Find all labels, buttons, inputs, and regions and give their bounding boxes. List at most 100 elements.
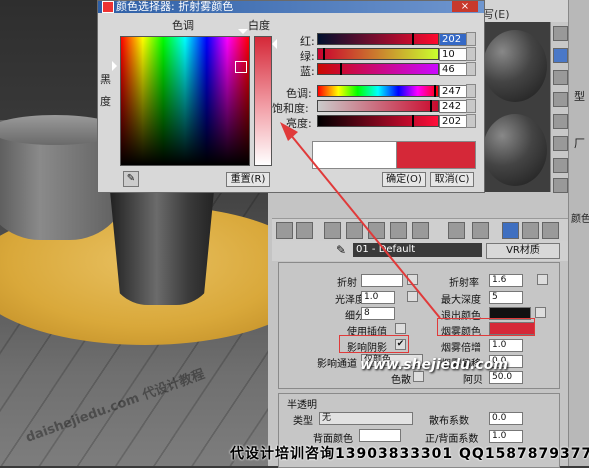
original-color-swatch: [312, 141, 398, 169]
hue-blackness-field[interactable]: [120, 36, 250, 166]
green-spinner[interactable]: [466, 47, 476, 61]
whiteness-marker-icon[interactable]: [272, 39, 277, 49]
side-label-rr: 厂: [574, 137, 585, 150]
put-to-scene-icon[interactable]: [296, 222, 313, 239]
put-to-library-icon[interactable]: [412, 222, 429, 239]
side-label-model: 型: [574, 90, 585, 103]
material-slot-grid[interactable]: [480, 22, 550, 192]
refract-label: 折射: [337, 278, 357, 289]
dialog-titlebar[interactable]: 颜色选择器: 折射雾颜色 ×: [98, 0, 484, 13]
sample-type-icon[interactable]: [553, 26, 568, 41]
reset-button[interactable]: 重置(R): [226, 172, 270, 187]
affect-shadows-highlight: [339, 335, 409, 353]
subdivs-input[interactable]: 8: [361, 307, 395, 320]
saturation-input[interactable]: 242: [439, 100, 467, 113]
dispersion-label: 色散: [391, 375, 411, 386]
green-slider[interactable]: [317, 48, 439, 60]
hue-marker-icon[interactable]: [238, 29, 248, 34]
color-selector-dialog[interactable]: 颜色选择器: 折射雾颜色 × 色调 白度 黑 度 红: 202 绿: 10 蓝:…: [97, 0, 485, 193]
hue-value-label: 色调:: [286, 87, 312, 100]
hue-input[interactable]: 247: [439, 85, 467, 98]
get-material-icon[interactable]: [276, 222, 293, 239]
translucency-type-label: 类型: [293, 416, 313, 427]
blue-slider[interactable]: [317, 63, 439, 75]
max-depth-label: 最大深度: [441, 295, 481, 306]
back-color-swatch[interactable]: [359, 429, 401, 442]
red-spinner[interactable]: [466, 32, 476, 46]
exit-color-check[interactable]: [535, 307, 546, 318]
value-input[interactable]: 202: [439, 115, 467, 128]
whiteness-label: 白度: [248, 19, 270, 32]
green-label: 绿:: [300, 50, 315, 63]
hue-slider[interactable]: [317, 85, 439, 97]
menu-tab-edit[interactable]: 写(E): [483, 6, 510, 22]
hue-spinner[interactable]: [466, 84, 476, 98]
close-button[interactable]: ×: [452, 1, 478, 12]
use-interp-check[interactable]: [395, 323, 406, 334]
hue-label: 色调: [172, 19, 194, 32]
new-color-swatch: [396, 141, 476, 169]
whiteness-slider[interactable]: [254, 36, 272, 166]
footer-contact-text: 代设计培训咨询13903833301 QQ1587879377: [230, 446, 589, 462]
dialog-title: 颜色选择器: 折射雾颜色: [116, 0, 234, 13]
value-spinner[interactable]: [466, 114, 476, 128]
make-preview-icon[interactable]: [553, 136, 568, 151]
fog-color-highlight: [437, 318, 535, 336]
material-toolbar: [272, 218, 568, 242]
side-label-color: 颜色: [571, 214, 589, 225]
ior-input[interactable]: 1.6: [489, 274, 523, 287]
blue-spinner[interactable]: [466, 62, 476, 76]
ior-map-button[interactable]: [537, 274, 548, 285]
scatter-coeff-label: 散布系数: [429, 416, 469, 427]
material-id-icon[interactable]: [448, 222, 465, 239]
eyedropper-icon[interactable]: ✎: [336, 243, 346, 257]
eyedropper-icon[interactable]: ✎: [123, 171, 139, 187]
green-input[interactable]: 10: [439, 48, 467, 61]
reset-map-icon[interactable]: [346, 222, 363, 239]
red-input[interactable]: 202: [439, 33, 467, 46]
show-end-result-icon[interactable]: [502, 222, 519, 239]
backlight-icon[interactable]: [553, 48, 568, 63]
cancel-button[interactable]: 取消(C): [430, 172, 474, 187]
color-cursor-icon[interactable]: [235, 61, 247, 73]
show-map-icon[interactable]: [472, 222, 489, 239]
blackness-marker-icon[interactable]: [112, 61, 117, 71]
scatter-coeff-input[interactable]: 0.0: [489, 412, 523, 425]
refract-map-button[interactable]: [407, 274, 418, 285]
saturation-slider[interactable]: [317, 100, 439, 112]
blackness-label: 黑: [100, 73, 111, 86]
background-icon[interactable]: [553, 70, 568, 85]
app-icon: [102, 1, 114, 13]
options-icon[interactable]: [553, 158, 568, 173]
video-check-icon[interactable]: [553, 114, 568, 129]
material-slot-sphere[interactable]: [483, 114, 547, 186]
saturation-label: 饱和度:: [272, 102, 309, 115]
make-unique-icon[interactable]: [390, 222, 407, 239]
refract-color-swatch[interactable]: [361, 274, 403, 287]
red-label: 红:: [300, 35, 315, 48]
translucency-title: 半透明: [287, 400, 317, 411]
abbe-label: 阿贝: [463, 375, 483, 386]
value-slider[interactable]: [317, 115, 439, 127]
ior-label: 折射率: [449, 278, 479, 289]
ok-button[interactable]: 确定(O): [382, 172, 426, 187]
material-name-field[interactable]: 01 - Default: [353, 243, 482, 257]
front-back-coeff-input[interactable]: 1.0: [489, 430, 523, 443]
saturation-spinner[interactable]: [466, 99, 476, 113]
degree-label: 度: [100, 95, 111, 108]
assign-to-selection-icon[interactable]: [324, 222, 341, 239]
go-forward-icon[interactable]: [542, 222, 559, 239]
glossiness-input[interactable]: 1.0: [361, 291, 395, 304]
red-slider[interactable]: [317, 33, 439, 45]
uv-tiling-icon[interactable]: [553, 92, 568, 107]
translucency-type-select[interactable]: 无: [319, 412, 413, 425]
glossiness-map-button[interactable]: [407, 291, 418, 302]
blue-input[interactable]: 46: [439, 63, 467, 76]
material-type-button[interactable]: VR材质: [486, 243, 560, 259]
go-to-parent-icon[interactable]: [522, 222, 539, 239]
select-by-material-icon[interactable]: [553, 178, 568, 193]
fog-multiplier-input[interactable]: 1.0: [489, 339, 523, 352]
material-slot-sphere[interactable]: [483, 30, 547, 102]
copy-material-icon[interactable]: [368, 222, 385, 239]
max-depth-input[interactable]: 5: [489, 291, 523, 304]
